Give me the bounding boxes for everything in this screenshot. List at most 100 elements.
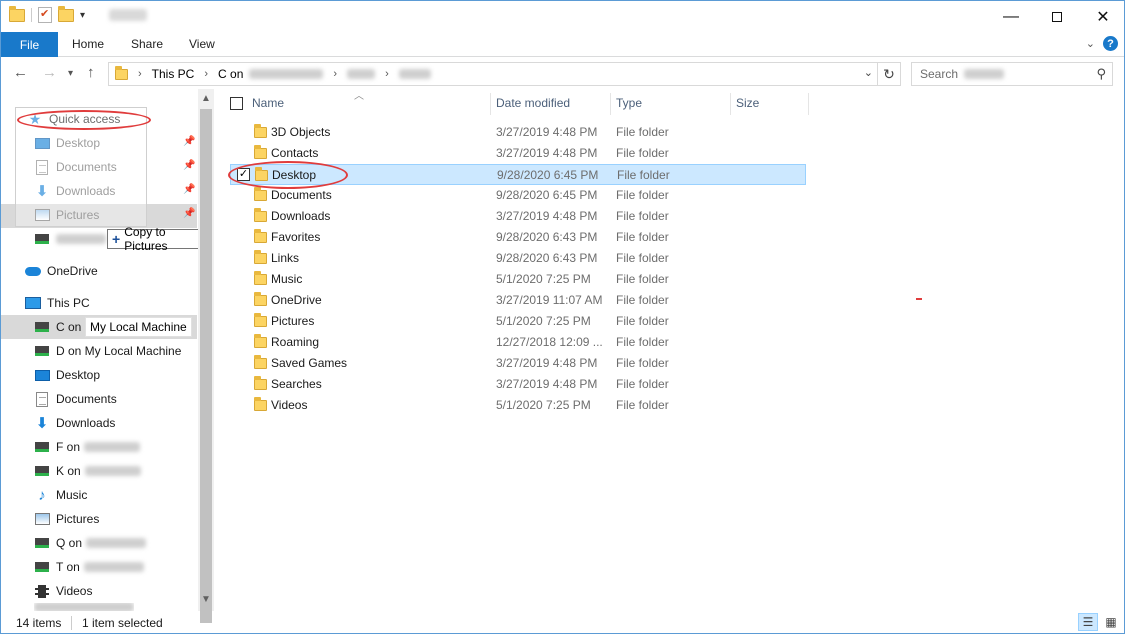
folder-icon bbox=[254, 292, 267, 306]
maximize-button[interactable] bbox=[1034, 1, 1080, 32]
status-bar: 14 items 1 item selected ☰ ▦ bbox=[1, 611, 1124, 633]
expand-ribbon-icon[interactable]: ⌄ bbox=[1086, 37, 1095, 50]
address-bar[interactable]: › This PC › C on › › ⌄ bbox=[108, 62, 878, 86]
nav-pictures[interactable]: Pictures bbox=[34, 507, 99, 531]
nav-t-drive[interactable]: T on bbox=[34, 555, 144, 579]
large-icons-view-button[interactable]: ▦ bbox=[1101, 613, 1121, 631]
table-row[interactable]: Pictures 5/1/2020 7:25 PM File folder bbox=[230, 311, 806, 332]
nav-onedrive[interactable]: OneDrive bbox=[25, 259, 98, 283]
file-type: File folder bbox=[616, 146, 669, 160]
table-row[interactable]: Searches 3/27/2019 4:48 PM File folder bbox=[230, 374, 806, 395]
folder-icon bbox=[254, 124, 267, 138]
date-modified: 3/27/2019 4:48 PM bbox=[496, 125, 598, 139]
redacted-text bbox=[249, 69, 324, 79]
nav-more-cutoff[interactable] bbox=[34, 603, 134, 611]
divider bbox=[71, 616, 72, 630]
nav-k-drive[interactable]: K on bbox=[34, 459, 141, 483]
nav-scrollbar[interactable]: ▲ ▼ bbox=[198, 89, 214, 623]
chevron-right-icon[interactable]: › bbox=[333, 68, 337, 80]
nav-quick-drive-redacted[interactable] bbox=[34, 227, 106, 251]
table-row[interactable]: Documents 9/28/2020 6:45 PM File folder bbox=[230, 185, 806, 206]
chevron-right-icon[interactable]: › bbox=[385, 68, 389, 80]
plus-icon: + bbox=[112, 231, 121, 247]
downloads-icon: ⬇ bbox=[35, 415, 49, 432]
pin-icon[interactable]: 📌 bbox=[183, 136, 195, 147]
select-all-checkbox[interactable] bbox=[230, 97, 243, 110]
breadcrumb-users-redacted[interactable] bbox=[347, 69, 376, 79]
nav-downloads[interactable]: ⬇ Downloads bbox=[34, 411, 116, 435]
address-dropdown-icon[interactable]: ⌄ bbox=[864, 66, 873, 79]
column-type[interactable]: Type bbox=[616, 96, 642, 110]
chevron-right-icon[interactable]: › bbox=[138, 68, 142, 80]
table-row[interactable]: Music 5/1/2020 7:25 PM File folder bbox=[230, 269, 806, 290]
redacted-text bbox=[83, 562, 144, 572]
minimize-button[interactable]: — bbox=[988, 1, 1034, 32]
close-button[interactable]: ✕ bbox=[1080, 1, 1124, 32]
scroll-down-icon[interactable]: ▼ bbox=[201, 594, 211, 605]
breadcrumb-user-redacted[interactable] bbox=[398, 69, 431, 79]
large-icons-view-icon: ▦ bbox=[1105, 615, 1117, 629]
pin-icon[interactable]: 📌 bbox=[183, 160, 195, 171]
nav-f-drive[interactable]: F on bbox=[34, 435, 141, 459]
table-row[interactable]: Downloads 3/27/2019 4:48 PM File folder bbox=[230, 206, 806, 227]
nav-label: Documents bbox=[56, 392, 117, 406]
nav-documents[interactable]: Documents bbox=[34, 387, 117, 411]
nav-label: T on bbox=[56, 560, 80, 574]
nav-music[interactable]: ♪ Music bbox=[34, 483, 87, 507]
scroll-up-icon[interactable]: ▲ bbox=[201, 93, 211, 104]
date-modified: 3/27/2019 4:48 PM bbox=[496, 209, 598, 223]
nav-videos[interactable]: Videos bbox=[34, 579, 92, 603]
refresh-button[interactable]: ↻ bbox=[877, 62, 901, 86]
tab-share[interactable]: Share bbox=[131, 37, 163, 51]
table-row[interactable]: Roaming 12/27/2018 12:09 ... File folder bbox=[230, 332, 806, 353]
table-row[interactable]: OneDrive 3/27/2019 11:07 AM File folder bbox=[230, 290, 806, 311]
nav-this-pc[interactable]: This PC bbox=[25, 291, 90, 315]
file-type: File folder bbox=[616, 251, 669, 265]
column-headers: ︿ Name Date modified Type Size bbox=[214, 89, 814, 117]
breadcrumb-this-pc[interactable]: This PC bbox=[152, 67, 195, 81]
nav-d-drive[interactable]: D on My Local Machine bbox=[34, 339, 181, 363]
scroll-thumb[interactable] bbox=[200, 109, 212, 623]
search-input[interactable]: Search ⚲ bbox=[911, 62, 1113, 86]
nav-q-drive[interactable]: Q on bbox=[34, 531, 147, 555]
table-row[interactable]: Saved Games 3/27/2019 4:48 PM File folder bbox=[230, 353, 806, 374]
up-arrow-icon[interactable]: ↑ bbox=[87, 64, 95, 81]
chevron-right-icon[interactable]: › bbox=[204, 68, 208, 80]
pin-icon[interactable]: 📌 bbox=[183, 184, 195, 195]
documents-icon bbox=[36, 391, 48, 407]
column-name[interactable]: Name bbox=[252, 96, 284, 110]
table-row[interactable]: Videos 5/1/2020 7:25 PM File folder bbox=[230, 395, 806, 416]
breadcrumb-c-drive[interactable]: C on bbox=[218, 67, 243, 81]
selection-count: 1 item selected bbox=[82, 616, 163, 630]
nav-label: This PC bbox=[47, 296, 90, 310]
details-view-button[interactable]: ☰ bbox=[1078, 613, 1098, 631]
pin-icon[interactable]: 📌 bbox=[183, 208, 195, 219]
table-row[interactable]: 3D Objects 3/27/2019 4:48 PM File folder bbox=[230, 122, 806, 143]
desktop-icon bbox=[34, 369, 50, 381]
recent-locations-icon[interactable]: ▾ bbox=[68, 68, 73, 79]
new-folder-icon[interactable] bbox=[58, 5, 74, 22]
customize-qat-icon[interactable]: ▾ bbox=[80, 10, 85, 21]
tab-view[interactable]: View bbox=[189, 37, 215, 51]
table-row[interactable]: Links 9/28/2020 6:43 PM File folder bbox=[230, 248, 806, 269]
forward-arrow-icon[interactable]: → bbox=[42, 64, 57, 81]
properties-icon[interactable] bbox=[38, 7, 52, 23]
folder-icon bbox=[254, 229, 267, 243]
help-icon[interactable]: ? bbox=[1103, 36, 1118, 51]
file-name: Favorites bbox=[271, 230, 321, 244]
table-row[interactable]: Favorites 9/28/2020 6:43 PM File folder bbox=[230, 227, 806, 248]
nav-c-drive[interactable]: C on bbox=[34, 315, 81, 339]
tab-home[interactable]: Home bbox=[72, 37, 104, 51]
table-row[interactable]: Contacts 3/27/2019 4:48 PM File folder bbox=[230, 143, 806, 164]
close-icon: ✕ bbox=[1096, 8, 1110, 26]
network-drive-icon bbox=[35, 234, 49, 244]
tab-file[interactable]: File bbox=[1, 32, 58, 57]
date-modified: 12/27/2018 12:09 ... bbox=[496, 335, 603, 349]
back-arrow-icon[interactable]: ← bbox=[13, 64, 28, 81]
column-date-modified[interactable]: Date modified bbox=[496, 96, 570, 110]
nav-desktop[interactable]: Desktop bbox=[34, 363, 100, 387]
pc-icon bbox=[25, 297, 41, 309]
file-name: OneDrive bbox=[271, 293, 322, 307]
nav-label: OneDrive bbox=[47, 264, 98, 278]
column-size[interactable]: Size bbox=[736, 96, 759, 110]
